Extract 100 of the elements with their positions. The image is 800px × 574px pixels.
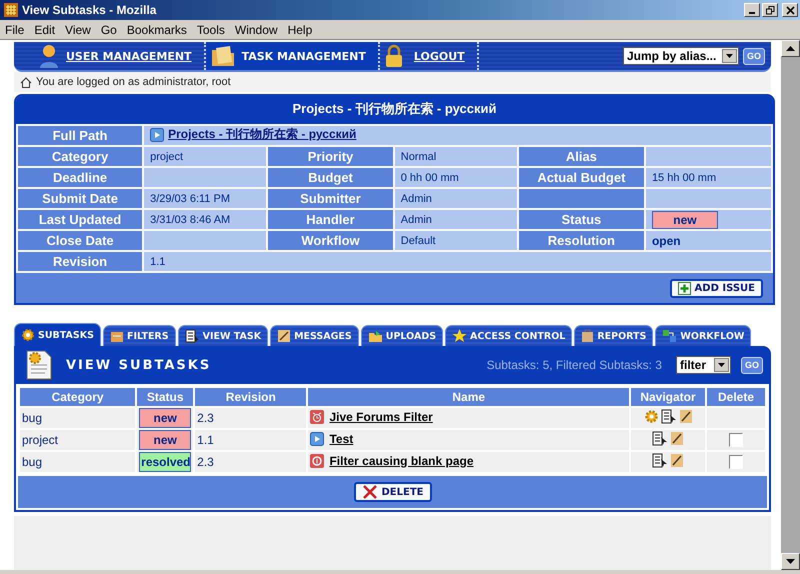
- menu-item[interactable]: Tools: [192, 22, 230, 36]
- tab[interactable]: MESSAGES: [270, 325, 359, 346]
- column-header: Revision: [195, 388, 306, 406]
- field-value: 1.1: [150, 256, 166, 268]
- folder-icon: [368, 330, 383, 342]
- window-title: View Subtasks - Mozilla: [22, 3, 156, 17]
- play-icon: [150, 128, 164, 142]
- up-arrow-icon: [786, 46, 795, 51]
- status-badge: new: [652, 210, 718, 228]
- go-button[interactable]: GO: [742, 48, 765, 64]
- status-badge: resolved: [139, 452, 192, 472]
- filter-dropdown[interactable]: filter: [676, 356, 731, 374]
- field-label: Workflow: [268, 231, 393, 250]
- status-badge: new: [139, 408, 192, 428]
- subtask-link[interactable]: Test: [329, 432, 354, 446]
- field-value: 0 hh 00 mm: [400, 172, 459, 184]
- scrollbar[interactable]: [781, 40, 800, 570]
- pencil-icon[interactable]: [670, 453, 684, 468]
- view-document-icon[interactable]: [652, 431, 668, 446]
- gear-icon: [21, 328, 35, 342]
- alias-dropdown[interactable]: Jump by alias...: [622, 47, 739, 65]
- field-value: open: [652, 234, 681, 248]
- field-value: 15 hh 00 mm: [652, 172, 716, 184]
- bag-icon: [581, 329, 594, 343]
- menu-item[interactable]: Bookmarks: [122, 22, 192, 36]
- field-value: project: [150, 150, 184, 162]
- field-label: Category: [18, 147, 142, 166]
- pencil-icon[interactable]: [670, 431, 684, 446]
- field-label: Close Date: [18, 231, 142, 250]
- tab[interactable]: WORKFLOW: [655, 325, 752, 346]
- pencil-icon: [277, 329, 292, 343]
- field-value: Default: [400, 234, 436, 246]
- play-icon: [310, 432, 324, 446]
- menu-item[interactable]: File: [0, 22, 30, 36]
- revision-text: 2.3: [197, 455, 214, 469]
- field-label: Submit Date: [18, 189, 142, 208]
- project-title: Projects - 刊行物所在索 - русский: [16, 96, 773, 124]
- category-text: bug: [22, 455, 42, 469]
- tab[interactable]: SUBTASKS: [14, 323, 101, 346]
- grid-icon: [4, 3, 18, 17]
- subtask-count: Subtasks: 5, Filtered Subtasks: 3: [486, 358, 662, 372]
- tab[interactable]: REPORTS: [574, 325, 654, 346]
- field-label: Actual Budget: [518, 168, 644, 187]
- box-icon: [110, 330, 124, 342]
- restore-button[interactable]: [762, 3, 778, 17]
- field-value: 3/31/03 8:46 AM: [150, 214, 230, 226]
- field-value: Admin: [400, 192, 432, 204]
- field-label: Resolution: [518, 231, 644, 250]
- menu-item[interactable]: Go: [96, 22, 122, 36]
- revision-text: 1.1: [197, 433, 214, 447]
- delete-checkbox[interactable]: [729, 455, 743, 470]
- field-value: Normal: [400, 150, 436, 162]
- status-badge: new: [139, 430, 192, 450]
- star-icon: [452, 329, 468, 343]
- menu-item[interactable]: Help: [282, 22, 318, 36]
- document-gear-icon: [24, 349, 54, 381]
- column-header: Status: [137, 388, 194, 406]
- field-label: Full Path: [18, 126, 142, 145]
- tab[interactable]: VIEW TASK: [178, 325, 268, 346]
- nav-tab[interactable]: LOGOUT: [380, 42, 479, 70]
- view-document-icon[interactable]: [660, 409, 676, 424]
- delete-checkbox[interactable]: [729, 433, 743, 448]
- menu-item[interactable]: View: [60, 22, 96, 36]
- field-label: Priority: [268, 147, 393, 166]
- view-document-icon[interactable]: [652, 453, 668, 468]
- alarm-clock-icon: [310, 410, 324, 424]
- section-title: VIEW SUBTASKS: [66, 358, 212, 372]
- squares-icon: [662, 329, 678, 343]
- field-value: 3/29/03 6:11 PM: [150, 192, 230, 204]
- home-icon: [20, 76, 32, 88]
- delete-button[interactable]: DELETE: [354, 482, 432, 502]
- pencil-icon[interactable]: [678, 409, 692, 424]
- field-label: Budget: [268, 168, 393, 187]
- column-header: Name: [308, 388, 629, 406]
- cross-icon: [362, 485, 378, 499]
- restore-icon: [766, 6, 774, 14]
- field-label: Submitter: [268, 189, 393, 208]
- field-label: Deadline: [18, 168, 142, 187]
- menu-item[interactable]: Window: [230, 22, 283, 36]
- tab[interactable]: UPLOADS: [360, 325, 444, 346]
- menu-item[interactable]: Edit: [29, 22, 60, 36]
- minimize-button[interactable]: [744, 3, 760, 17]
- field-label: Status: [518, 210, 644, 229]
- field-label: Revision: [18, 252, 142, 271]
- field-label: Alias: [518, 147, 644, 166]
- column-header: Navigator: [631, 388, 705, 406]
- tab[interactable]: FILTERS: [102, 325, 176, 346]
- dropdown-arrow-icon: [726, 54, 733, 58]
- category-text: project: [22, 433, 58, 447]
- login-status: You are logged on as administrator, root: [36, 76, 231, 88]
- coin-icon: [310, 454, 324, 468]
- close-button[interactable]: [782, 3, 798, 17]
- category-text: bug: [22, 411, 42, 425]
- field-label: Last Updated: [18, 210, 142, 229]
- dropdown-arrow-icon: [718, 363, 725, 367]
- tab[interactable]: ACCESS CONTROL: [445, 325, 572, 346]
- nav-tab[interactable]: TASK MANAGEMENT: [206, 42, 380, 70]
- add-issue-button[interactable]: ADD ISSUE: [670, 279, 763, 298]
- go-button[interactable]: GO: [740, 356, 763, 374]
- plus-icon: [678, 282, 691, 295]
